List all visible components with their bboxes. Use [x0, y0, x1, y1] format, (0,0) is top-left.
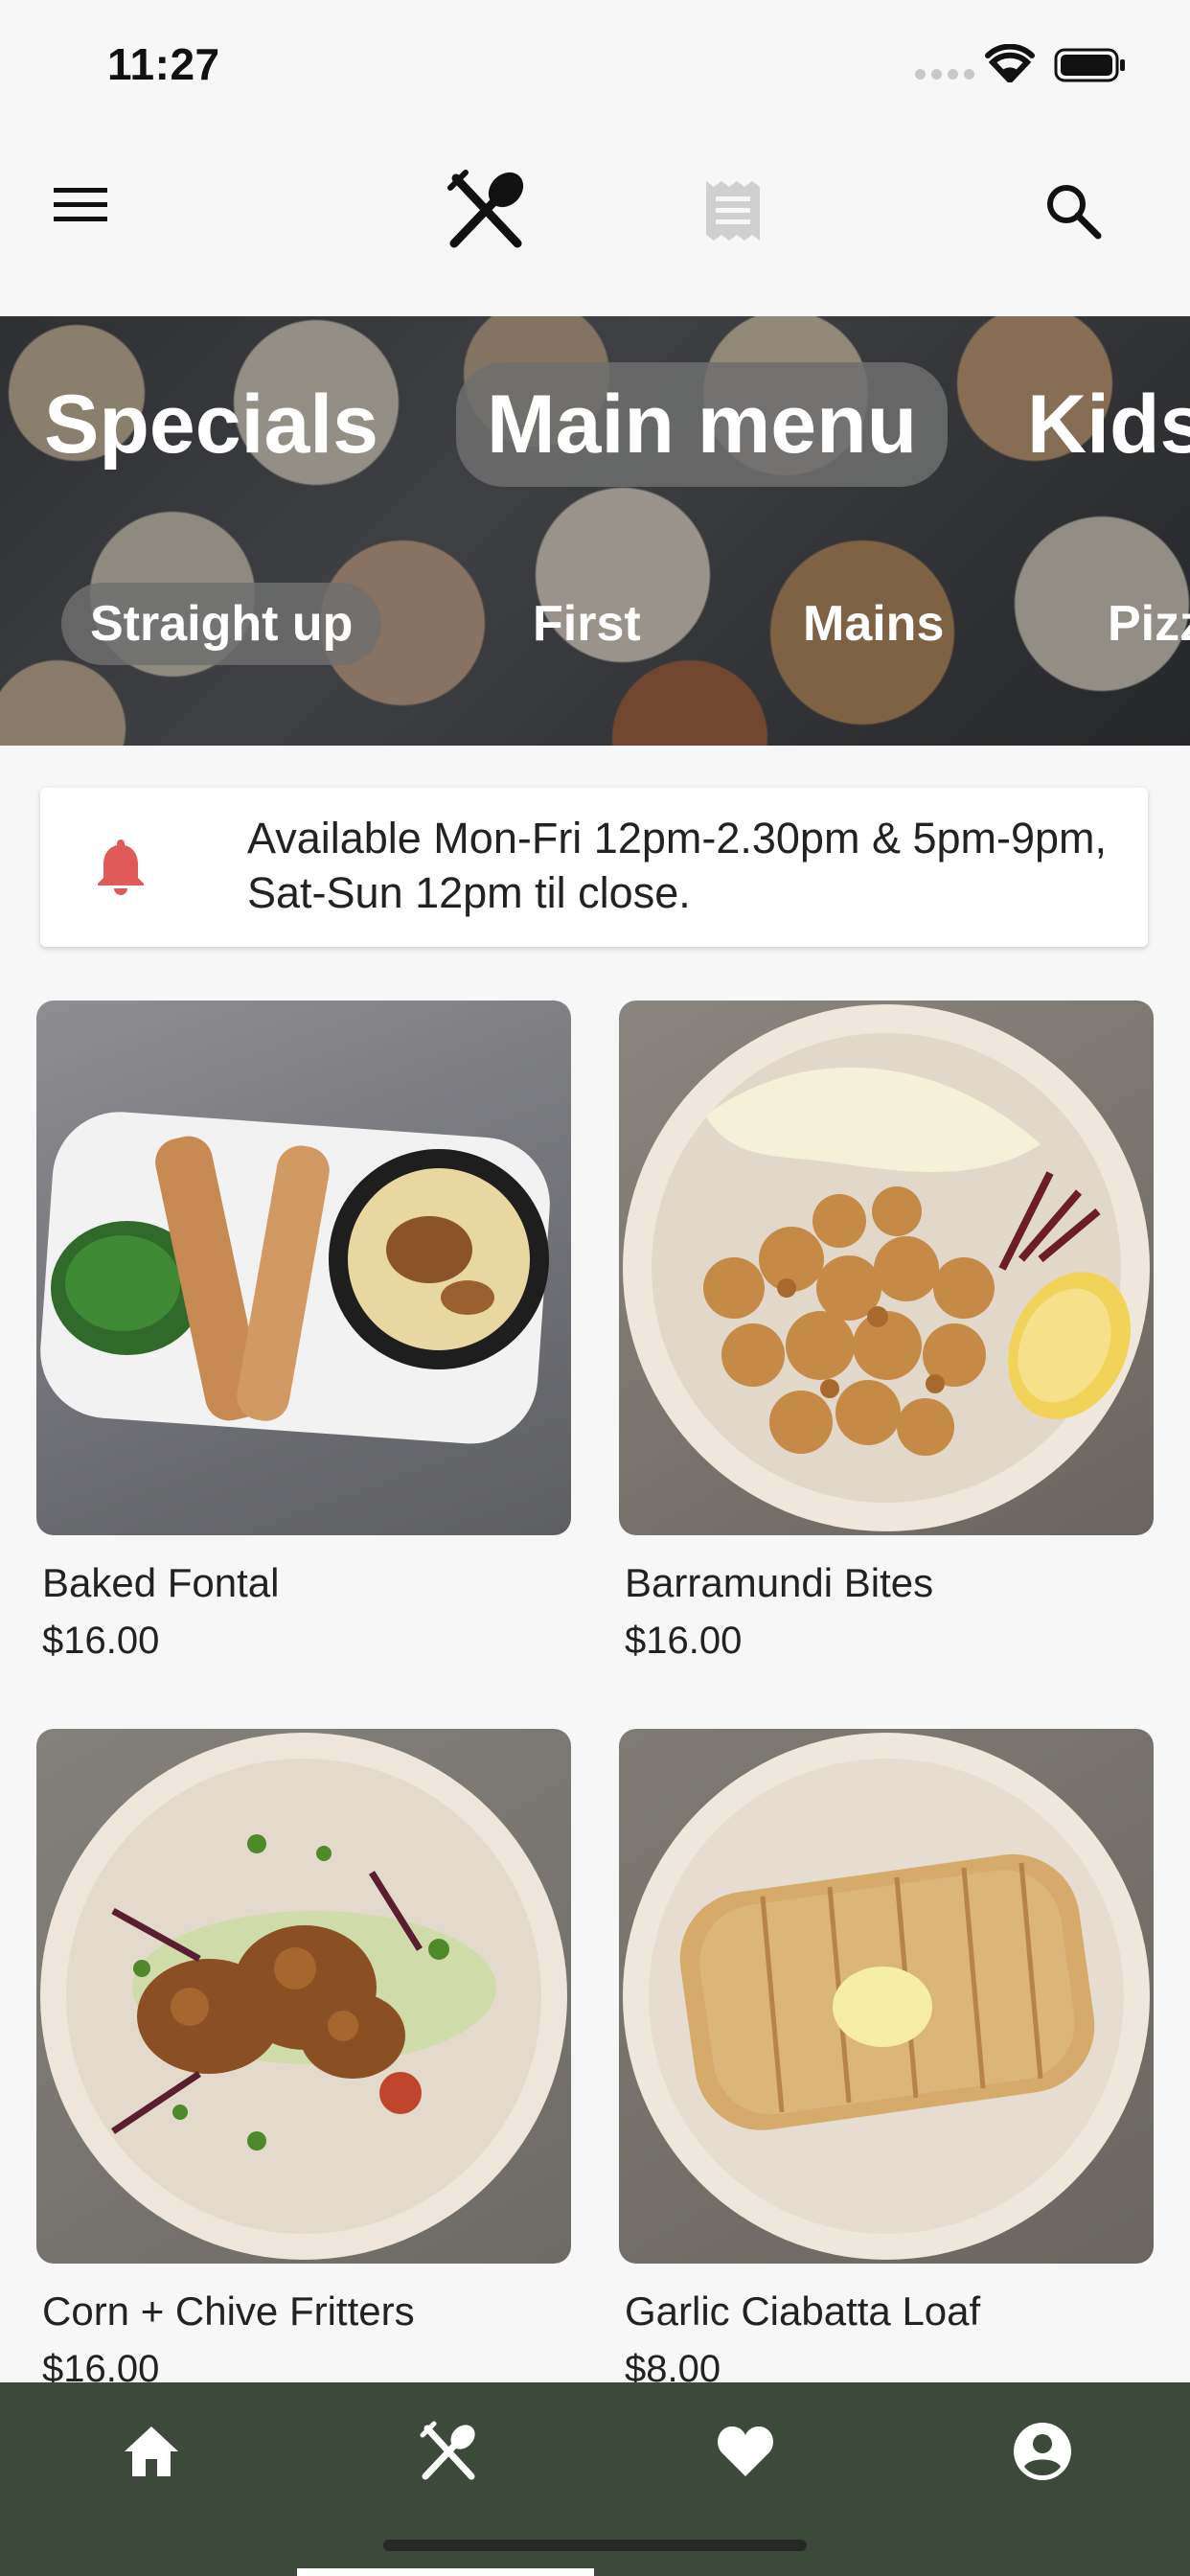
item-name: Corn + Chive Fritters — [42, 2288, 415, 2334]
cutlery-icon — [420, 2421, 475, 2480]
nav-account[interactable] — [891, 2382, 1188, 2576]
nav-home[interactable] — [0, 2382, 297, 2576]
baked-fontal-image — [36, 1000, 571, 1535]
item-price: $16.00 — [42, 1620, 160, 1662]
menu-icon[interactable] — [52, 184, 109, 226]
category-hero: Specials Main menu Kids Straight up Firs… — [0, 316, 1190, 746]
wifi-icon — [985, 44, 1035, 82]
menu-item-card[interactable]: Corn + Chive Fritters $16.00 — [36, 1729, 571, 2390]
menu-item-card[interactable]: Barramundi Bites $16.00 — [619, 1000, 1154, 1662]
nav-selected-indicator — [297, 2568, 594, 2576]
status-bar: 11:27 — [0, 0, 1190, 125]
account-icon — [1014, 2423, 1071, 2480]
subcategory-mains[interactable]: Mains — [803, 599, 944, 649]
search-icon[interactable] — [1042, 180, 1104, 242]
item-name: Barramundi Bites — [625, 1560, 934, 1605]
cutlery-icon[interactable] — [443, 167, 529, 253]
category-kids[interactable]: Kids — [1027, 383, 1190, 466]
menu-item-card[interactable]: Baked Fontal $16.00 — [36, 1000, 571, 1662]
bell-icon — [98, 840, 144, 895]
subcategory-straight-up[interactable]: Straight up — [61, 583, 382, 665]
notice-text: Available Mon-Fri 12pm-2.30pm & 5pm-9pm,… — [247, 814, 1108, 917]
availability-notice: Available Mon-Fri 12pm-2.30pm & 5pm-9pm,… — [40, 788, 1148, 947]
receipt-icon[interactable] — [702, 177, 764, 244]
heart-icon — [718, 2426, 773, 2476]
home-icon — [125, 2426, 178, 2476]
cellular-signal-icon — [915, 69, 974, 80]
item-name: Garlic Ciabatta Loaf — [625, 2288, 981, 2334]
app-bar — [0, 125, 1190, 316]
item-name: Baked Fontal — [42, 1560, 280, 1605]
item-price: $16.00 — [625, 1620, 743, 1662]
battery-icon — [1054, 48, 1125, 82]
barramundi-bites-image — [619, 1000, 1154, 1535]
garlic-ciabatta-loaf-image — [619, 1729, 1154, 2264]
home-indicator — [383, 2540, 807, 2551]
subcategory-first[interactable]: First — [533, 599, 641, 649]
menu-item-card[interactable]: Garlic Ciabatta Loaf $8.00 — [619, 1729, 1154, 2390]
category-main-menu[interactable]: Main menu — [456, 362, 949, 487]
category-specials[interactable]: Specials — [44, 383, 378, 466]
status-time: 11:27 — [107, 39, 220, 89]
subcategory-pizza[interactable]: Pizza — [1108, 599, 1190, 649]
corn-chive-fritters-image — [36, 1729, 571, 2264]
